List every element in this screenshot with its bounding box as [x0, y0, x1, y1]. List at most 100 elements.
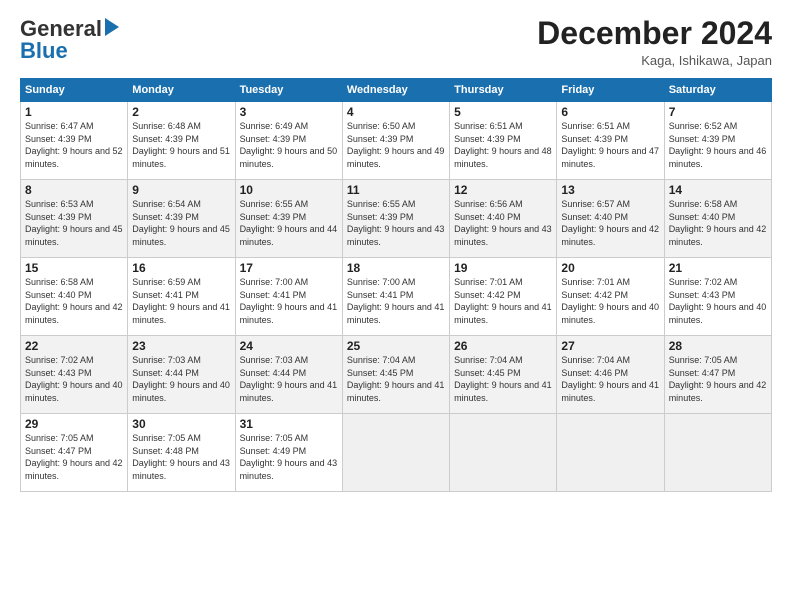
day-number: 5 — [454, 105, 552, 119]
calendar-cell: 16 Sunrise: 6:59 AMSunset: 4:41 PMDaylig… — [128, 258, 235, 336]
calendar-cell: 27 Sunrise: 7:04 AMSunset: 4:46 PMDaylig… — [557, 336, 664, 414]
day-info: Sunrise: 6:55 AMSunset: 4:39 PMDaylight:… — [240, 199, 338, 247]
day-info: Sunrise: 7:04 AMSunset: 4:46 PMDaylight:… — [561, 355, 659, 403]
day-number: 16 — [132, 261, 230, 275]
calendar-cell: 13 Sunrise: 6:57 AMSunset: 4:40 PMDaylig… — [557, 180, 664, 258]
calendar-cell: 28 Sunrise: 7:05 AMSunset: 4:47 PMDaylig… — [664, 336, 771, 414]
day-number: 6 — [561, 105, 659, 119]
calendar-header-row: Sunday Monday Tuesday Wednesday Thursday… — [21, 79, 772, 102]
day-number: 19 — [454, 261, 552, 275]
calendar-week-row: 15 Sunrise: 6:58 AMSunset: 4:40 PMDaylig… — [21, 258, 772, 336]
day-number: 28 — [669, 339, 767, 353]
calendar-cell: 21 Sunrise: 7:02 AMSunset: 4:43 PMDaylig… — [664, 258, 771, 336]
day-info: Sunrise: 6:51 AMSunset: 4:39 PMDaylight:… — [454, 121, 552, 169]
calendar-cell: 4 Sunrise: 6:50 AMSunset: 4:39 PMDayligh… — [342, 102, 449, 180]
day-info: Sunrise: 6:54 AMSunset: 4:39 PMDaylight:… — [132, 199, 230, 247]
calendar-cell — [450, 414, 557, 492]
day-info: Sunrise: 7:00 AMSunset: 4:41 PMDaylight:… — [240, 277, 338, 325]
day-info: Sunrise: 7:05 AMSunset: 4:49 PMDaylight:… — [240, 433, 338, 481]
logo-blue-text: Blue — [20, 38, 68, 64]
day-info: Sunrise: 7:05 AMSunset: 4:48 PMDaylight:… — [132, 433, 230, 481]
day-info: Sunrise: 7:05 AMSunset: 4:47 PMDaylight:… — [669, 355, 767, 403]
calendar-cell: 2 Sunrise: 6:48 AMSunset: 4:39 PMDayligh… — [128, 102, 235, 180]
day-info: Sunrise: 7:04 AMSunset: 4:45 PMDaylight:… — [347, 355, 445, 403]
day-number: 27 — [561, 339, 659, 353]
day-number: 2 — [132, 105, 230, 119]
page-header: General Blue December 2024 Kaga, Ishikaw… — [20, 16, 772, 68]
calendar-cell: 8 Sunrise: 6:53 AMSunset: 4:39 PMDayligh… — [21, 180, 128, 258]
day-number: 8 — [25, 183, 123, 197]
logo: General Blue — [20, 16, 119, 64]
calendar-cell: 9 Sunrise: 6:54 AMSunset: 4:39 PMDayligh… — [128, 180, 235, 258]
header-friday: Friday — [557, 79, 664, 102]
location-subtitle: Kaga, Ishikawa, Japan — [537, 53, 772, 68]
calendar-cell: 26 Sunrise: 7:04 AMSunset: 4:45 PMDaylig… — [450, 336, 557, 414]
day-info: Sunrise: 7:03 AMSunset: 4:44 PMDaylight:… — [240, 355, 338, 403]
header-saturday: Saturday — [664, 79, 771, 102]
calendar-cell: 18 Sunrise: 7:00 AMSunset: 4:41 PMDaylig… — [342, 258, 449, 336]
day-number: 3 — [240, 105, 338, 119]
header-tuesday: Tuesday — [235, 79, 342, 102]
day-number: 1 — [25, 105, 123, 119]
header-sunday: Sunday — [21, 79, 128, 102]
page-container: General Blue December 2024 Kaga, Ishikaw… — [0, 0, 792, 502]
day-info: Sunrise: 6:52 AMSunset: 4:39 PMDaylight:… — [669, 121, 767, 169]
day-number: 7 — [669, 105, 767, 119]
calendar-cell: 11 Sunrise: 6:55 AMSunset: 4:39 PMDaylig… — [342, 180, 449, 258]
day-number: 15 — [25, 261, 123, 275]
day-info: Sunrise: 7:00 AMSunset: 4:41 PMDaylight:… — [347, 277, 445, 325]
calendar-cell — [342, 414, 449, 492]
day-info: Sunrise: 7:04 AMSunset: 4:45 PMDaylight:… — [454, 355, 552, 403]
day-info: Sunrise: 6:58 AMSunset: 4:40 PMDaylight:… — [669, 199, 767, 247]
calendar-cell: 7 Sunrise: 6:52 AMSunset: 4:39 PMDayligh… — [664, 102, 771, 180]
day-number: 20 — [561, 261, 659, 275]
calendar-cell: 1 Sunrise: 6:47 AMSunset: 4:39 PMDayligh… — [21, 102, 128, 180]
day-number: 9 — [132, 183, 230, 197]
calendar-cell: 5 Sunrise: 6:51 AMSunset: 4:39 PMDayligh… — [450, 102, 557, 180]
day-number: 21 — [669, 261, 767, 275]
calendar-cell — [664, 414, 771, 492]
day-info: Sunrise: 6:57 AMSunset: 4:40 PMDaylight:… — [561, 199, 659, 247]
day-number: 10 — [240, 183, 338, 197]
title-block: December 2024 Kaga, Ishikawa, Japan — [537, 16, 772, 68]
day-number: 25 — [347, 339, 445, 353]
calendar-cell: 31 Sunrise: 7:05 AMSunset: 4:49 PMDaylig… — [235, 414, 342, 492]
day-number: 14 — [669, 183, 767, 197]
calendar-cell: 14 Sunrise: 6:58 AMSunset: 4:40 PMDaylig… — [664, 180, 771, 258]
day-info: Sunrise: 6:49 AMSunset: 4:39 PMDaylight:… — [240, 121, 338, 169]
calendar-cell: 17 Sunrise: 7:00 AMSunset: 4:41 PMDaylig… — [235, 258, 342, 336]
day-info: Sunrise: 6:47 AMSunset: 4:39 PMDaylight:… — [25, 121, 123, 169]
calendar-week-row: 29 Sunrise: 7:05 AMSunset: 4:47 PMDaylig… — [21, 414, 772, 492]
day-info: Sunrise: 7:01 AMSunset: 4:42 PMDaylight:… — [561, 277, 659, 325]
calendar-cell: 24 Sunrise: 7:03 AMSunset: 4:44 PMDaylig… — [235, 336, 342, 414]
day-info: Sunrise: 6:48 AMSunset: 4:39 PMDaylight:… — [132, 121, 230, 169]
calendar-cell: 3 Sunrise: 6:49 AMSunset: 4:39 PMDayligh… — [235, 102, 342, 180]
day-info: Sunrise: 7:02 AMSunset: 4:43 PMDaylight:… — [669, 277, 767, 325]
day-number: 23 — [132, 339, 230, 353]
day-info: Sunrise: 6:56 AMSunset: 4:40 PMDaylight:… — [454, 199, 552, 247]
day-number: 17 — [240, 261, 338, 275]
header-monday: Monday — [128, 79, 235, 102]
calendar-week-row: 22 Sunrise: 7:02 AMSunset: 4:43 PMDaylig… — [21, 336, 772, 414]
calendar-cell: 6 Sunrise: 6:51 AMSunset: 4:39 PMDayligh… — [557, 102, 664, 180]
day-info: Sunrise: 7:05 AMSunset: 4:47 PMDaylight:… — [25, 433, 123, 481]
day-number: 30 — [132, 417, 230, 431]
day-info: Sunrise: 6:58 AMSunset: 4:40 PMDaylight:… — [25, 277, 123, 325]
day-info: Sunrise: 6:51 AMSunset: 4:39 PMDaylight:… — [561, 121, 659, 169]
calendar-week-row: 1 Sunrise: 6:47 AMSunset: 4:39 PMDayligh… — [21, 102, 772, 180]
calendar-cell: 29 Sunrise: 7:05 AMSunset: 4:47 PMDaylig… — [21, 414, 128, 492]
logo-arrow-icon — [105, 18, 119, 36]
calendar-cell: 15 Sunrise: 6:58 AMSunset: 4:40 PMDaylig… — [21, 258, 128, 336]
month-title: December 2024 — [537, 16, 772, 51]
calendar-cell: 23 Sunrise: 7:03 AMSunset: 4:44 PMDaylig… — [128, 336, 235, 414]
header-wednesday: Wednesday — [342, 79, 449, 102]
day-info: Sunrise: 6:55 AMSunset: 4:39 PMDaylight:… — [347, 199, 445, 247]
day-info: Sunrise: 7:03 AMSunset: 4:44 PMDaylight:… — [132, 355, 230, 403]
calendar-table: Sunday Monday Tuesday Wednesday Thursday… — [20, 78, 772, 492]
day-info: Sunrise: 6:50 AMSunset: 4:39 PMDaylight:… — [347, 121, 445, 169]
day-number: 11 — [347, 183, 445, 197]
day-number: 18 — [347, 261, 445, 275]
calendar-week-row: 8 Sunrise: 6:53 AMSunset: 4:39 PMDayligh… — [21, 180, 772, 258]
day-number: 22 — [25, 339, 123, 353]
day-number: 13 — [561, 183, 659, 197]
